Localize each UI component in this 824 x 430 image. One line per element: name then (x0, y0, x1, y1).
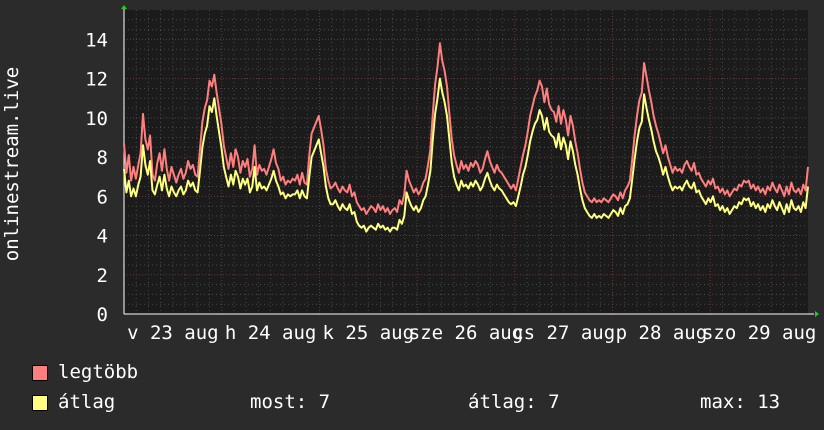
legend-label-max: legtöbb (58, 361, 139, 383)
stat-average: átlag: 7 (468, 391, 560, 413)
x-tick-label: sze 26 aug (409, 322, 523, 344)
stat-current: most: 7 (250, 391, 331, 413)
x-tick-label: v 23 aug (127, 322, 219, 344)
y-tick-label: 6 (97, 186, 108, 208)
chart: 0 2 4 6 8 10 12 14 v 23 aug h 24 aug k 25 augsze 2… (85, 5, 819, 344)
x-tick-label: cs 27 aug (512, 322, 615, 344)
x-tick-label: p 28 aug (616, 322, 708, 344)
y-tick-label: 2 (97, 265, 108, 287)
legend-swatch-avg (32, 395, 48, 411)
y-tick-label: 14 (85, 29, 108, 51)
y-tick-label: 4 (97, 226, 108, 248)
x-tick-label: k 25 aug (323, 322, 415, 344)
legend-label-avg: átlag (58, 391, 116, 413)
x-tick-label: h 24 aug (225, 322, 317, 344)
y-tick-label: 0 (97, 304, 108, 326)
y-axis-label: onlinestream.live (0, 0, 24, 310)
stat-max: max: 13 (700, 391, 781, 413)
y-tick-label: 12 (85, 69, 108, 91)
y-tick-label: 10 (85, 108, 108, 130)
legend: legtöbb átlag most: 7 átlag: 7 max: 13 (30, 360, 810, 420)
legend-swatch-max (32, 365, 48, 381)
x-tick-label: szo 29 aug (702, 322, 816, 344)
y-tick-label: 8 (97, 147, 108, 169)
x-axis-arrow (815, 311, 819, 317)
y-axis-arrow (121, 5, 127, 9)
y-axis-label-text: onlinestream.live (1, 66, 23, 262)
